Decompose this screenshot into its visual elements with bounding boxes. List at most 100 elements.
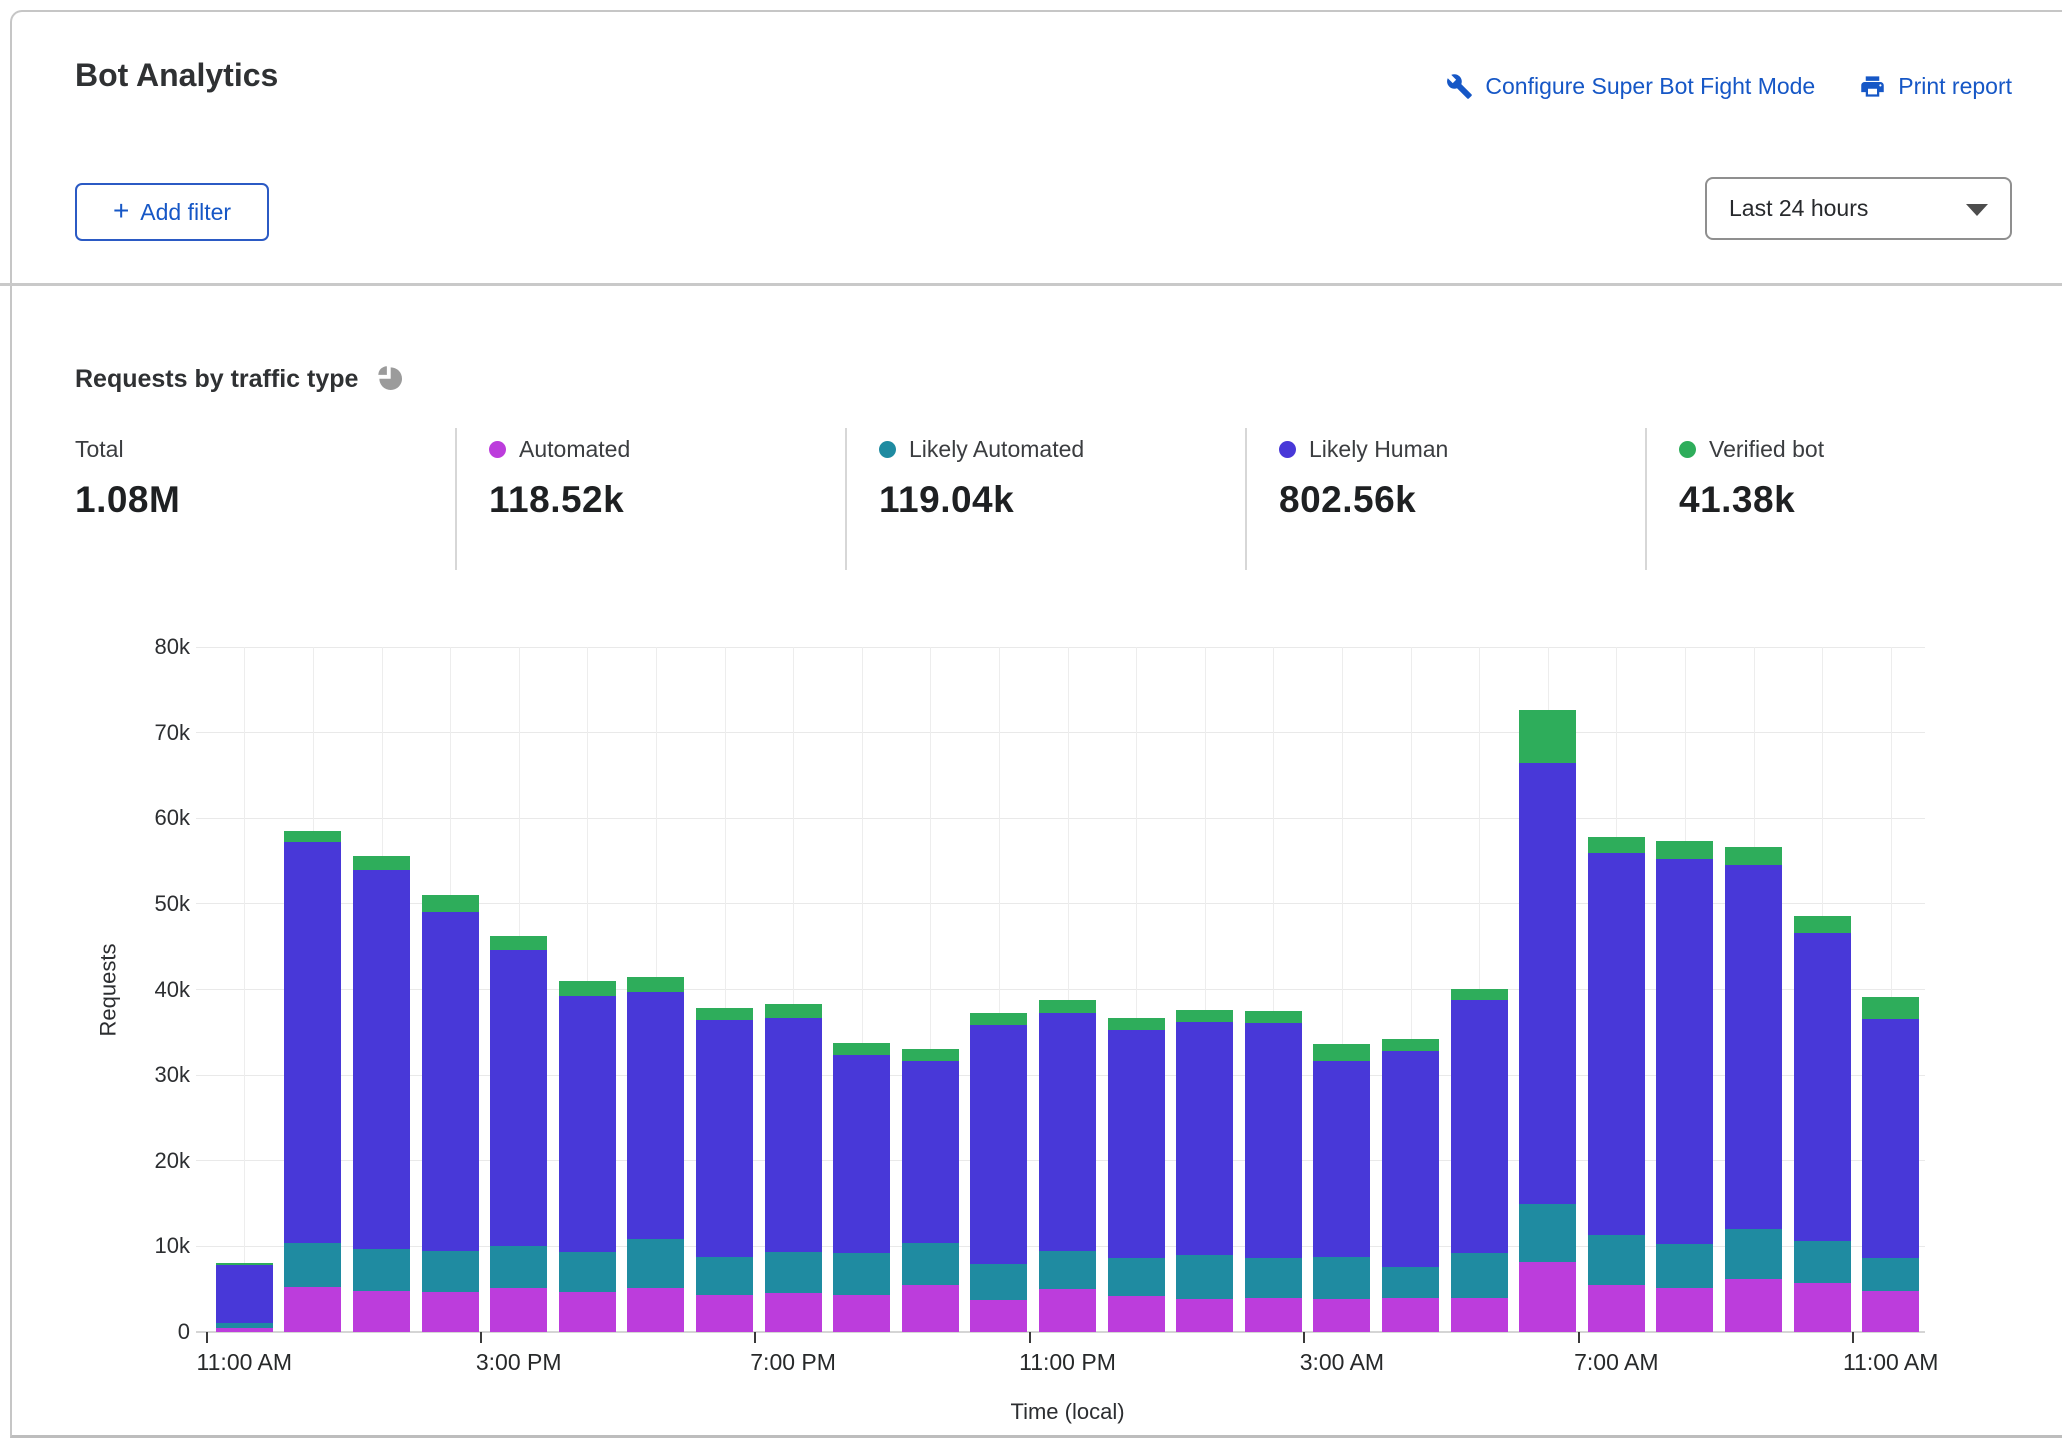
bar-segment-likely-human[interactable] xyxy=(833,1055,890,1254)
bar-segment-likely-automated[interactable] xyxy=(1588,1235,1645,1285)
bar-segment-verified-bot[interactable] xyxy=(696,1008,753,1021)
bar-segment-likely-human[interactable] xyxy=(970,1025,1027,1264)
bar-segment-verified-bot[interactable] xyxy=(1451,989,1508,1000)
bar-4-00-pm[interactable] xyxy=(559,981,616,1332)
bar-segment-automated[interactable] xyxy=(833,1295,890,1332)
bar-segment-automated[interactable] xyxy=(1862,1291,1919,1332)
bar-segment-verified-bot[interactable] xyxy=(970,1013,1027,1025)
bar-9-00-am[interactable] xyxy=(1725,847,1782,1332)
bar-segment-automated[interactable] xyxy=(1725,1279,1782,1332)
bar-11-00-pm[interactable] xyxy=(1039,1000,1096,1332)
bar-segment-likely-human[interactable] xyxy=(216,1265,273,1322)
bar-segment-automated[interactable] xyxy=(490,1288,547,1332)
bar-segment-likely-human[interactable] xyxy=(1382,1051,1439,1267)
bar-segment-likely-human[interactable] xyxy=(1588,853,1645,1235)
bar-segment-automated[interactable] xyxy=(353,1291,410,1332)
bar-segment-likely-automated[interactable] xyxy=(1313,1257,1370,1300)
bar-segment-likely-automated[interactable] xyxy=(1451,1253,1508,1298)
bar-segment-verified-bot[interactable] xyxy=(353,856,410,870)
bar-segment-automated[interactable] xyxy=(1588,1285,1645,1332)
bar-segment-likely-human[interactable] xyxy=(1313,1061,1370,1257)
bar-segment-verified-bot[interactable] xyxy=(422,895,479,912)
time-range-dropdown[interactable]: Last 24 hours xyxy=(1705,177,2012,240)
bar-segment-likely-automated[interactable] xyxy=(970,1264,1027,1301)
bar-segment-likely-human[interactable] xyxy=(353,870,410,1249)
bar-segment-likely-automated[interactable] xyxy=(833,1253,890,1295)
bar-11-00-am[interactable] xyxy=(1862,997,1919,1332)
bar-4-00-am[interactable] xyxy=(1382,1039,1439,1332)
bar-segment-verified-bot[interactable] xyxy=(1108,1018,1165,1030)
bar-3-00-pm[interactable] xyxy=(490,936,547,1332)
bar-segment-likely-automated[interactable] xyxy=(1382,1267,1439,1298)
bar-segment-automated[interactable] xyxy=(1519,1262,1576,1332)
bar-segment-verified-bot[interactable] xyxy=(1794,916,1851,933)
bar-segment-verified-bot[interactable] xyxy=(1862,997,1919,1019)
bar-segment-verified-bot[interactable] xyxy=(1039,1000,1096,1013)
bar-segment-likely-human[interactable] xyxy=(1519,763,1576,1203)
bar-segment-likely-automated[interactable] xyxy=(1176,1255,1233,1300)
bar-segment-likely-automated[interactable] xyxy=(1039,1251,1096,1290)
bar-segment-verified-bot[interactable] xyxy=(627,977,684,992)
bar-11-00-am[interactable] xyxy=(216,1263,273,1332)
bar-segment-likely-automated[interactable] xyxy=(1794,1241,1851,1283)
bar-segment-automated[interactable] xyxy=(765,1293,822,1332)
bar-segment-verified-bot[interactable] xyxy=(1588,837,1645,853)
bar-12-00-am[interactable] xyxy=(1108,1018,1165,1332)
bar-9-00-pm[interactable] xyxy=(902,1049,959,1332)
bar-segment-likely-human[interactable] xyxy=(1656,859,1713,1244)
bar-segment-verified-bot[interactable] xyxy=(1725,847,1782,865)
bar-6-00-am[interactable] xyxy=(1519,710,1576,1332)
add-filter-button[interactable]: + Add filter xyxy=(75,183,269,241)
bar-8-00-am[interactable] xyxy=(1656,841,1713,1332)
bar-segment-likely-automated[interactable] xyxy=(284,1243,341,1287)
bar-segment-automated[interactable] xyxy=(559,1292,616,1332)
bar-segment-likely-automated[interactable] xyxy=(1725,1229,1782,1279)
bar-segment-likely-human[interactable] xyxy=(1862,1019,1919,1257)
bar-segment-automated[interactable] xyxy=(902,1285,959,1332)
bar-segment-verified-bot[interactable] xyxy=(833,1043,890,1055)
bar-segment-verified-bot[interactable] xyxy=(1176,1010,1233,1022)
bar-segment-likely-human[interactable] xyxy=(1794,933,1851,1241)
bar-segment-likely-automated[interactable] xyxy=(422,1251,479,1292)
bar-segment-automated[interactable] xyxy=(696,1295,753,1332)
bar-segment-likely-human[interactable] xyxy=(1108,1030,1165,1259)
bar-segment-automated[interactable] xyxy=(1656,1288,1713,1332)
bar-10-00-am[interactable] xyxy=(1794,916,1851,1332)
bar-segment-automated[interactable] xyxy=(1451,1298,1508,1332)
bar-segment-verified-bot[interactable] xyxy=(490,936,547,950)
bar-segment-automated[interactable] xyxy=(1794,1283,1851,1332)
bar-segment-likely-automated[interactable] xyxy=(627,1239,684,1289)
bar-segment-automated[interactable] xyxy=(1382,1298,1439,1332)
bar-5-00-pm[interactable] xyxy=(627,977,684,1332)
bar-segment-likely-human[interactable] xyxy=(490,950,547,1246)
bar-segment-likely-automated[interactable] xyxy=(1245,1258,1302,1298)
bar-segment-verified-bot[interactable] xyxy=(1519,710,1576,763)
bar-segment-automated[interactable] xyxy=(1039,1289,1096,1332)
bar-8-00-pm[interactable] xyxy=(833,1043,890,1332)
bar-segment-automated[interactable] xyxy=(422,1292,479,1332)
bar-segment-verified-bot[interactable] xyxy=(765,1004,822,1018)
bar-segment-likely-automated[interactable] xyxy=(1519,1204,1576,1262)
bar-segment-automated[interactable] xyxy=(216,1328,273,1332)
bar-segment-automated[interactable] xyxy=(627,1288,684,1332)
bar-segment-automated[interactable] xyxy=(1108,1296,1165,1332)
bar-2-00-am[interactable] xyxy=(1245,1011,1302,1332)
bar-segment-likely-automated[interactable] xyxy=(765,1252,822,1292)
bar-segment-likely-automated[interactable] xyxy=(353,1249,410,1291)
bar-6-00-pm[interactable] xyxy=(696,1008,753,1333)
bar-segment-automated[interactable] xyxy=(970,1300,1027,1332)
bar-10-00-pm[interactable] xyxy=(970,1013,1027,1332)
bar-segment-likely-automated[interactable] xyxy=(902,1243,959,1285)
bar-segment-automated[interactable] xyxy=(1313,1299,1370,1332)
bar-segment-likely-automated[interactable] xyxy=(1656,1244,1713,1289)
bar-segment-likely-human[interactable] xyxy=(1451,1000,1508,1253)
bar-segment-likely-automated[interactable] xyxy=(1862,1258,1919,1291)
bar-3-00-am[interactable] xyxy=(1313,1044,1370,1332)
bar-12-00-pm[interactable] xyxy=(284,831,341,1332)
bar-segment-likely-human[interactable] xyxy=(627,992,684,1239)
bar-segment-likely-human[interactable] xyxy=(1245,1023,1302,1258)
bar-segment-verified-bot[interactable] xyxy=(902,1049,959,1060)
bar-segment-likely-human[interactable] xyxy=(1725,865,1782,1229)
bar-7-00-pm[interactable] xyxy=(765,1004,822,1332)
bar-segment-verified-bot[interactable] xyxy=(1245,1011,1302,1023)
